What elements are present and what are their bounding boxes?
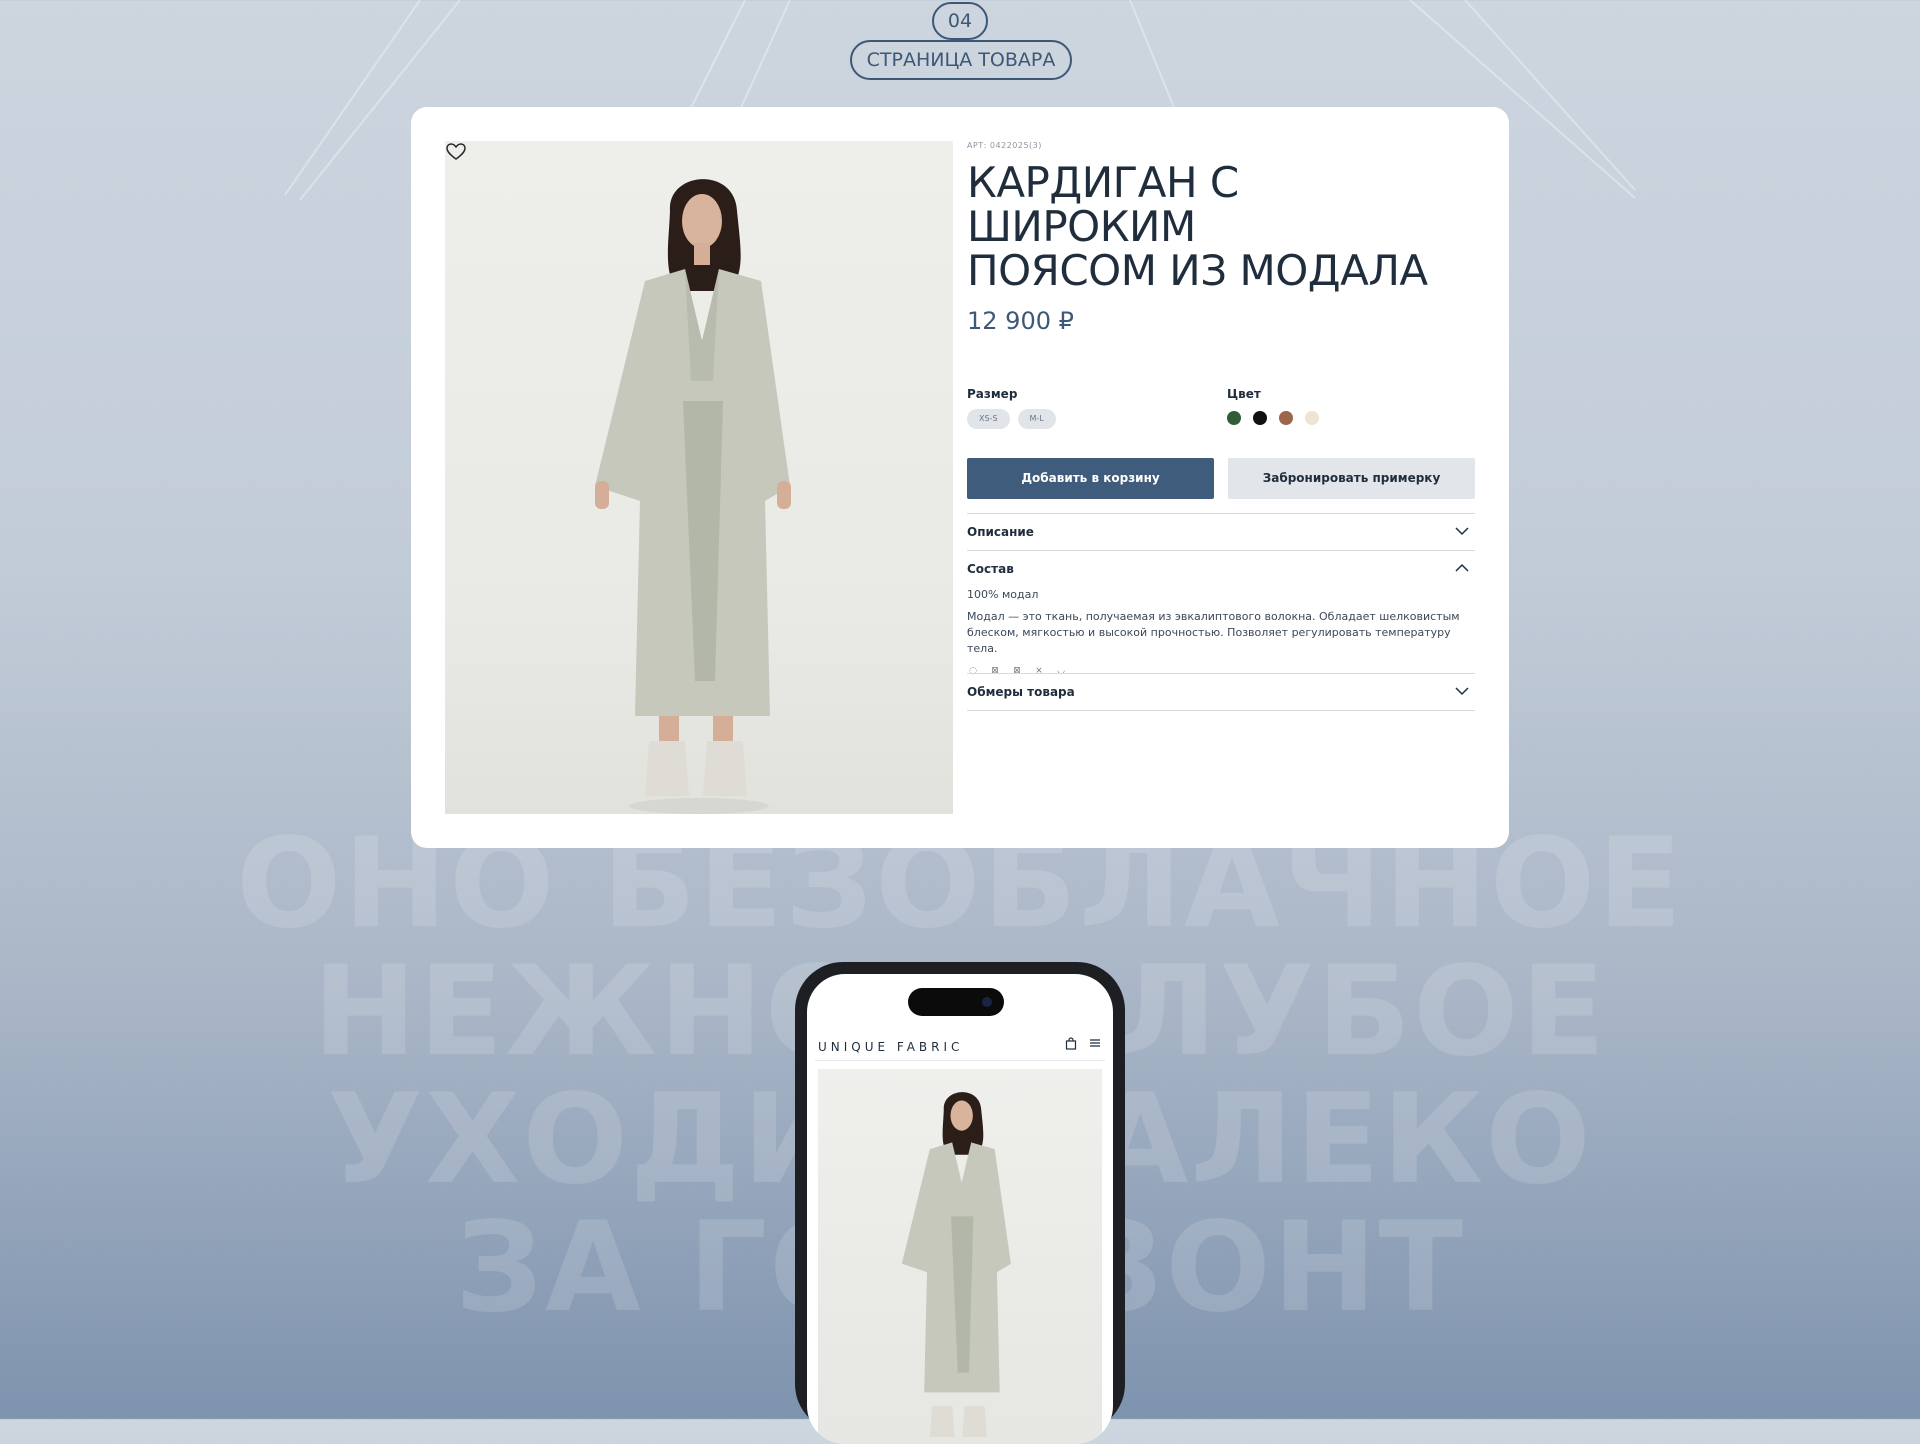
chevron-up-icon bbox=[1455, 563, 1469, 572]
chevron-down-icon bbox=[1455, 687, 1469, 696]
book-fitting-button[interactable]: Забронировать примерку bbox=[1228, 458, 1475, 499]
composition-value: 100% модал bbox=[967, 588, 1039, 601]
title-line: ПОЯСОМ ИЗ МОДАЛА bbox=[967, 246, 1428, 295]
model-illustration bbox=[901, 1092, 1011, 1438]
color-swatch-black[interactable] bbox=[1253, 411, 1267, 425]
phone-mockup: UNIQUE FABRIC bbox=[795, 962, 1125, 1444]
bag-icon[interactable] bbox=[1065, 1037, 1077, 1050]
composition-description: Модал — это ткань, получаемая из эвкалип… bbox=[967, 610, 1460, 655]
chevron-down-icon bbox=[1455, 527, 1469, 536]
article-number: АРТ: 0422025(3) bbox=[967, 141, 1042, 150]
color-label: Цвет bbox=[1227, 387, 1261, 401]
accordion-title: Обмеры товара bbox=[967, 685, 1075, 699]
accordion-composition[interactable]: Состав 100% модал Модал — это ткань, пол… bbox=[967, 550, 1475, 677]
color-swatch-green[interactable] bbox=[1227, 411, 1241, 425]
brand-logo[interactable]: UNIQUE FABRIC bbox=[818, 1040, 963, 1054]
add-to-cart-button[interactable]: Добавить в корзину bbox=[967, 458, 1214, 499]
dynamic-island bbox=[908, 988, 1004, 1016]
accordion-header[interactable]: Описание bbox=[967, 514, 1475, 550]
product-card: АРТ: 0422025(3) КАРДИГАН С ШИРОКИМ ПОЯСО… bbox=[411, 107, 1509, 848]
accordion-header[interactable]: Обмеры товара bbox=[967, 674, 1475, 710]
composition-content: 100% модал Модал — это ткань, получаемая… bbox=[967, 587, 1475, 677]
size-option-m-l[interactable]: M-L bbox=[1017, 409, 1056, 429]
model-illustration bbox=[595, 179, 791, 814]
product-price: 12 900 ₽ bbox=[967, 307, 1074, 335]
size-selector: Размер XS-S M-L bbox=[967, 387, 1056, 429]
section-title: СТРАНИЦА ТОВАРА bbox=[850, 40, 1072, 80]
accordion-title: Описание bbox=[967, 525, 1034, 539]
product-photo bbox=[445, 141, 953, 814]
product-info: АРТ: 0422025(3) КАРДИГАН С ШИРОКИМ ПОЯСО… bbox=[967, 141, 1475, 711]
menu-icon[interactable] bbox=[1089, 1037, 1101, 1049]
color-selector: Цвет bbox=[1227, 387, 1319, 425]
color-swatch-brown[interactable] bbox=[1279, 411, 1293, 425]
product-options: Размер XS-S M-L Цвет bbox=[967, 387, 1475, 437]
header-divider bbox=[815, 1060, 1105, 1061]
product-title: КАРДИГАН С ШИРОКИМ ПОЯСОМ ИЗ МОДАЛА bbox=[967, 161, 1475, 293]
action-buttons: Добавить в корзину Забронировать примерк… bbox=[967, 458, 1475, 500]
color-swatch-cream[interactable] bbox=[1305, 411, 1319, 425]
size-option-xs-s[interactable]: XS-S bbox=[967, 409, 1010, 429]
mobile-header-icons bbox=[1065, 1037, 1101, 1050]
accordion-description[interactable]: Описание bbox=[967, 513, 1475, 550]
accordion-title: Состав bbox=[967, 562, 1014, 576]
accordion-header[interactable]: Состав bbox=[967, 551, 1475, 587]
section-number: 04 bbox=[932, 2, 988, 40]
title-line: КАРДИГАН С ШИРОКИМ bbox=[967, 158, 1239, 251]
favorite-heart-icon[interactable] bbox=[445, 141, 467, 163]
size-label: Размер bbox=[967, 387, 1018, 401]
accordion-measurements[interactable]: Обмеры товара bbox=[967, 673, 1475, 711]
mobile-product-photo bbox=[818, 1069, 1102, 1444]
phone-screen: UNIQUE FABRIC bbox=[807, 974, 1113, 1444]
